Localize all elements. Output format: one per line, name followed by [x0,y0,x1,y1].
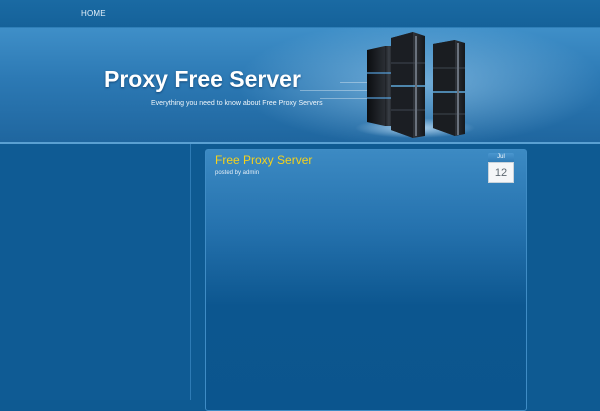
site-tagline: Everything you need to know about Free P… [151,100,323,107]
post-card: Free Proxy Server posted by admin Jul 12 [205,149,527,411]
column-divider [190,144,191,400]
site-header: Proxy Free Server Everything you need to… [0,28,600,142]
date-day: 12 [488,162,514,183]
post-title[interactable]: Free Proxy Server [215,153,312,167]
site-title[interactable]: Proxy Free Server [104,66,301,93]
date-badge: Jul 12 [488,153,514,183]
nav-item-home[interactable]: HOME [81,9,106,18]
post-meta: posted by admin [215,170,260,176]
top-navigation: HOME [0,0,600,28]
server-rack-icon [355,32,475,138]
date-month: Jul [488,153,514,162]
sidebar [0,144,190,400]
